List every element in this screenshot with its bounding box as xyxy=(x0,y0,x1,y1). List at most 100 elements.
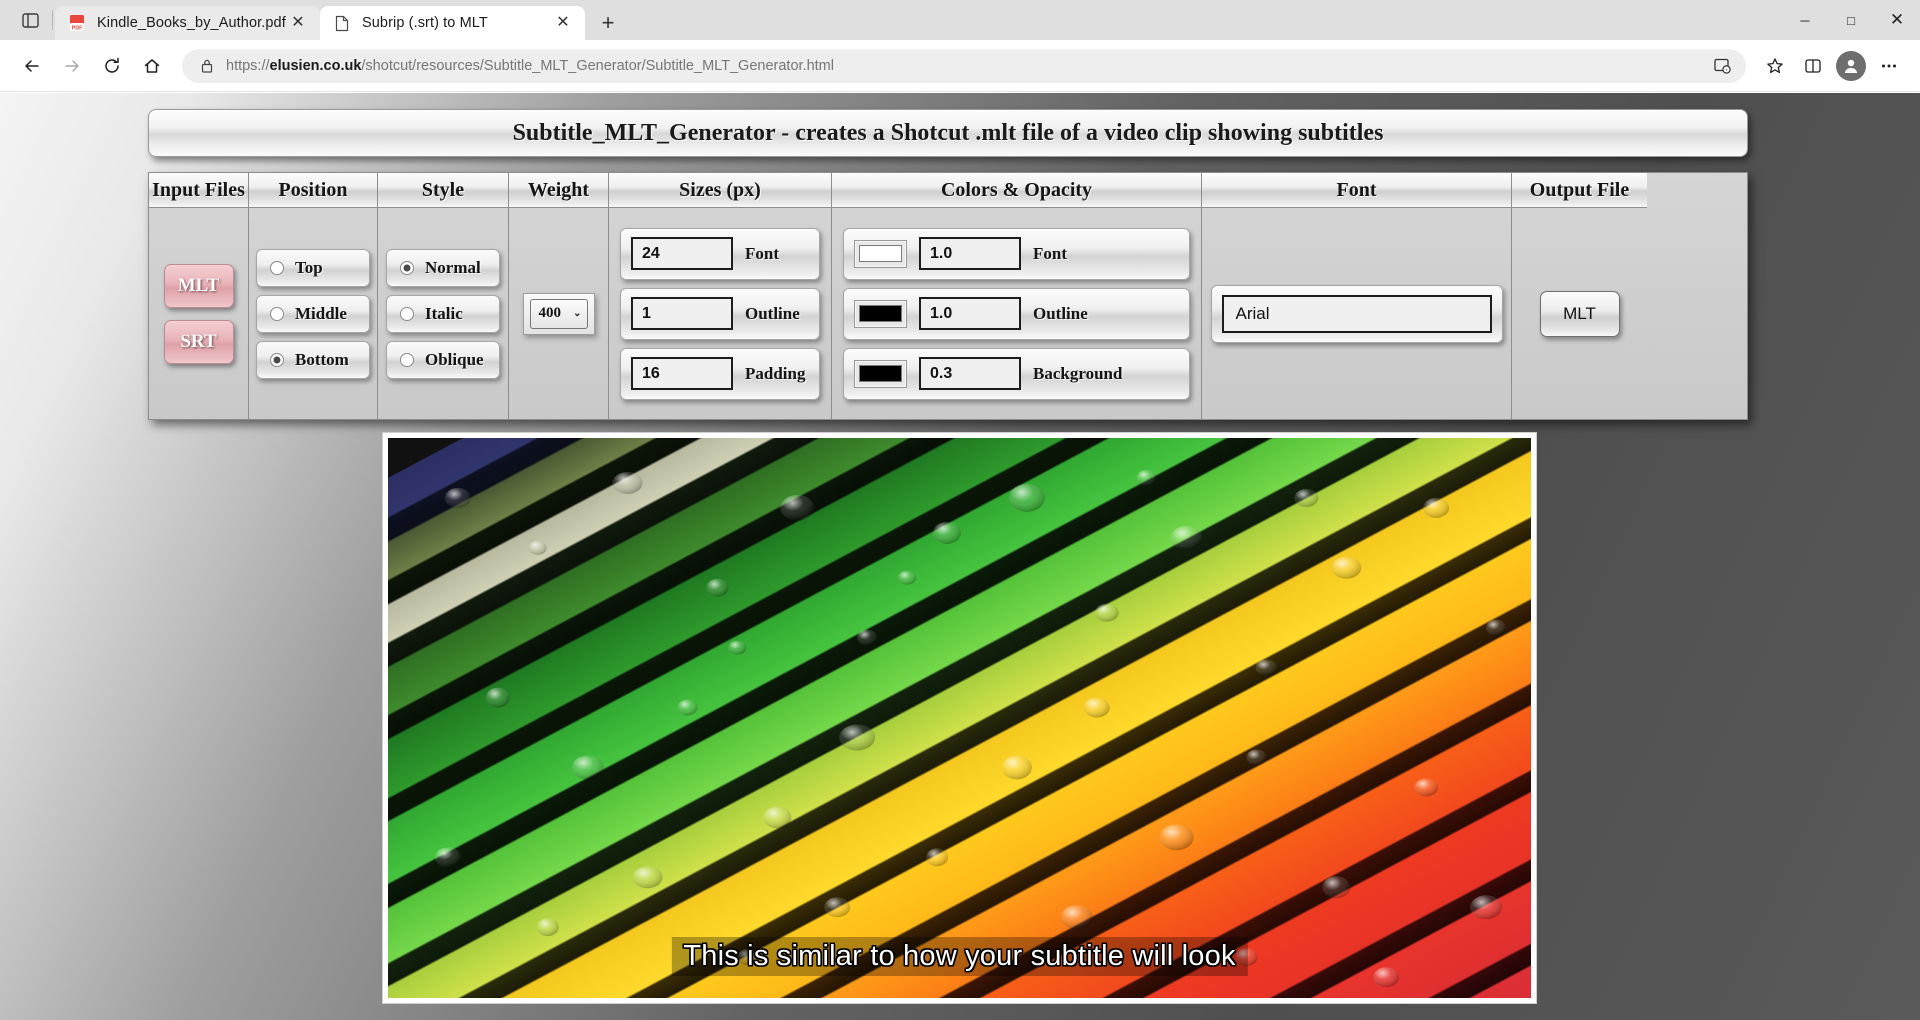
tab-title: Kindle_Books_by_Author.pdf xyxy=(97,15,286,31)
color-outline-label: Outline xyxy=(1033,303,1088,323)
radio-icon-selected[interactable] xyxy=(400,260,414,275)
minimize-button[interactable]: ─ xyxy=(1782,0,1828,40)
color-swatch-background[interactable] xyxy=(854,359,907,388)
style-label-normal: Normal xyxy=(425,257,481,277)
style-option-oblique[interactable]: Oblique xyxy=(386,340,500,379)
radio-icon-selected[interactable] xyxy=(270,352,284,367)
tab-subrip-to-mlt[interactable]: Subrip (.srt) to MLT ✕ xyxy=(320,6,585,40)
water-droplets-overlay xyxy=(434,469,1507,988)
input-srt-button[interactable]: SRT xyxy=(163,319,234,364)
radio-icon[interactable] xyxy=(400,352,414,367)
size-row-font: 24 Font xyxy=(620,227,820,280)
panel-body-weight: 400 ⌄ xyxy=(509,208,608,419)
swatch-fill xyxy=(859,305,902,322)
position-label-middle: Middle xyxy=(295,303,347,323)
opacity-font-input[interactable]: 1.0 xyxy=(919,237,1021,270)
style-option-normal[interactable]: Normal xyxy=(386,248,500,287)
svg-text:PDF: PDF xyxy=(72,26,83,32)
color-row-outline: 1.0 Outline xyxy=(843,287,1190,340)
panel-body-style: Normal Italic Oblique xyxy=(378,208,508,419)
opacity-outline-input[interactable]: 1.0 xyxy=(919,297,1021,330)
size-padding-label: Padding xyxy=(745,363,806,383)
page-content: Subtitle_MLT_Generator - creates a Shotc… xyxy=(0,93,1920,1020)
preview-image: This is similar to how your subtitle wil… xyxy=(388,438,1531,998)
panel-body-position: Top Middle Bottom xyxy=(249,208,377,419)
position-label-top: Top xyxy=(295,257,323,277)
weight-select-wrapper: 400 ⌄ xyxy=(522,292,595,335)
weight-value: 400 xyxy=(538,305,562,321)
tab-close-icon[interactable]: ✕ xyxy=(551,11,575,35)
home-icon[interactable] xyxy=(132,46,172,86)
style-label-italic: Italic xyxy=(425,303,463,323)
panel-body-output-file: MLT xyxy=(1512,208,1647,419)
subtitle-preview-text: This is similar to how your subtitle wil… xyxy=(683,940,1236,972)
panel-header-style: Style xyxy=(378,173,508,208)
subtitle-preview: This is similar to how your subtitle wil… xyxy=(382,432,1537,1004)
panel-sizes: Sizes (px) 24 Font 1 Outline 16 Padding xyxy=(609,173,832,419)
panel-header-font: Font xyxy=(1202,173,1511,208)
panel-header-output-file: Output File xyxy=(1512,173,1647,208)
position-option-middle[interactable]: Middle xyxy=(256,294,370,333)
url-text: https://elusien.co.uk/shotcut/resources/… xyxy=(226,58,1702,74)
profile-avatar[interactable] xyxy=(1836,50,1866,81)
color-row-background: 0.3 Background xyxy=(843,347,1190,400)
position-option-bottom[interactable]: Bottom xyxy=(256,340,370,379)
radio-icon[interactable] xyxy=(270,260,284,275)
new-tab-button[interactable]: + xyxy=(591,6,625,40)
output-mlt-button[interactable]: MLT xyxy=(1539,290,1620,337)
panel-header-input-files: Input Files xyxy=(149,173,248,208)
url-prefix: https:// xyxy=(226,57,270,74)
opacity-background-input[interactable]: 0.3 xyxy=(919,357,1021,390)
page-icon xyxy=(332,13,352,33)
url-domain: elusien.co.uk xyxy=(269,57,362,74)
panel-colors-opacity: Colors & Opacity 1.0 Font 1.0 Outline 0.… xyxy=(832,173,1202,419)
back-icon[interactable] xyxy=(12,46,52,86)
panel-font: Font Arial xyxy=(1202,173,1512,419)
size-row-padding: 16 Padding xyxy=(620,347,820,400)
panel-output-file: Output File MLT xyxy=(1512,173,1647,419)
tab-list-icon[interactable] xyxy=(8,0,52,40)
size-font-input[interactable]: 24 xyxy=(631,237,733,270)
weight-select[interactable]: 400 ⌄ xyxy=(529,298,588,329)
address-bar[interactable]: https://elusien.co.uk/shotcut/resources/… xyxy=(182,47,1746,85)
close-window-button[interactable]: ✕ xyxy=(1874,0,1920,40)
tab-title: Subrip (.srt) to MLT xyxy=(362,15,488,31)
color-background-label: Background xyxy=(1033,363,1123,383)
forward-icon[interactable] xyxy=(52,46,92,86)
panel-body-colors: 1.0 Font 1.0 Outline 0.3 Background xyxy=(832,208,1201,419)
settings-ellipsis-icon[interactable] xyxy=(1870,47,1908,85)
favorites-star-icon[interactable] xyxy=(1756,47,1794,85)
panel-position: Position Top Middle Bottom xyxy=(249,173,378,419)
input-mlt-button[interactable]: MLT xyxy=(163,263,234,308)
color-row-font: 1.0 Font xyxy=(843,227,1190,280)
tab-kindle-books-pdf[interactable]: PDF Kindle_Books_by_Author.pdf ✕ xyxy=(55,6,320,40)
panel-weight: Weight 400 ⌄ xyxy=(509,173,609,419)
size-font-label: Font xyxy=(745,243,779,263)
browser-window: PDF Kindle_Books_by_Author.pdf ✕ Subrip … xyxy=(0,0,1920,1020)
panel-body-input-files: MLT SRT xyxy=(149,208,248,419)
font-name-input[interactable]: Arial xyxy=(1221,294,1492,333)
url-path: /shotcut/resources/Subtitle_MLT_Generato… xyxy=(361,57,834,74)
maximize-button[interactable]: □ xyxy=(1828,0,1874,40)
swatch-fill xyxy=(859,245,902,262)
size-padding-input[interactable]: 16 xyxy=(631,357,733,390)
radio-icon[interactable] xyxy=(400,306,414,321)
radio-icon[interactable] xyxy=(270,306,284,321)
reload-icon[interactable] xyxy=(92,46,132,86)
panel-body-font: Arial xyxy=(1202,208,1511,419)
swatch-fill xyxy=(859,365,902,382)
collections-icon[interactable]: + xyxy=(1702,47,1740,85)
split-screen-icon[interactable] xyxy=(1794,47,1832,85)
color-swatch-outline[interactable] xyxy=(854,299,907,328)
window-controls: ─ □ ✕ xyxy=(1782,0,1920,40)
position-option-top[interactable]: Top xyxy=(256,248,370,287)
size-outline-input[interactable]: 1 xyxy=(631,297,733,330)
navigation-bar: https://elusien.co.uk/shotcut/resources/… xyxy=(0,40,1920,92)
tab-strip: PDF Kindle_Books_by_Author.pdf ✕ Subrip … xyxy=(0,0,1920,40)
color-swatch-font[interactable] xyxy=(854,239,907,268)
svg-text:+: + xyxy=(1725,68,1728,73)
style-option-italic[interactable]: Italic xyxy=(386,294,500,333)
panel-body-sizes: 24 Font 1 Outline 16 Padding xyxy=(609,208,831,419)
tab-close-icon[interactable]: ✕ xyxy=(286,11,310,35)
pdf-icon: PDF xyxy=(67,13,87,33)
